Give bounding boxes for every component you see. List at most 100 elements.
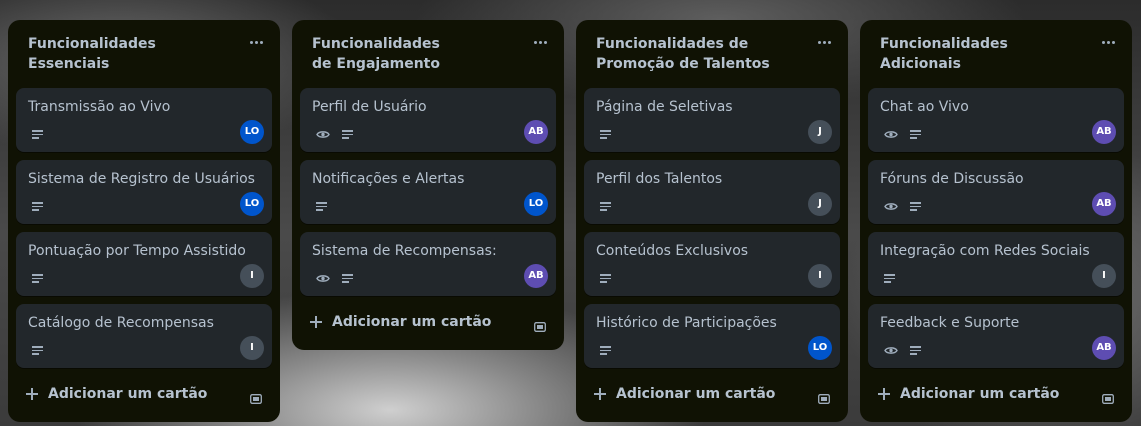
card-title: Sistema de Registro de Usuários — [28, 171, 255, 187]
member-avatar[interactable]: LO — [240, 192, 264, 216]
card-badges — [884, 202, 921, 211]
board-canvas: Funcionalidades Essenciais Transmissão ao… — [0, 0, 1141, 426]
list-column: Funcionalidades de Engajamento Perfil de … — [292, 20, 564, 350]
card-title: Chat ao Vivo — [880, 99, 969, 115]
card[interactable]: Pontuação por Tempo Assistido I — [16, 232, 272, 296]
card-badges — [600, 202, 611, 211]
description-icon — [910, 202, 921, 211]
list-title[interactable]: Funcionalidades de Engajamento — [312, 34, 462, 74]
member-avatar[interactable]: AB — [1092, 120, 1116, 144]
description-icon — [600, 274, 611, 283]
member-avatar[interactable]: I — [1092, 264, 1116, 288]
watch-eye-icon — [316, 274, 330, 283]
list-title[interactable]: Funcionalidades Adicionais — [880, 34, 1088, 74]
card-list: Página de Seletivas J Perfil dos Talentos J… — [576, 74, 848, 368]
card-badges — [884, 346, 921, 355]
create-from-template-icon[interactable] — [1102, 389, 1114, 404]
list-header: Funcionalidades de Engajamento — [292, 20, 564, 74]
plus-icon — [26, 388, 38, 400]
card[interactable]: Catálogo de Recompensas I — [16, 304, 272, 368]
add-card-button[interactable]: Adicionar um cartão — [868, 376, 1124, 412]
create-from-template-icon[interactable] — [818, 389, 830, 404]
description-icon — [32, 130, 43, 139]
description-icon — [342, 274, 353, 283]
card[interactable]: Feedback e Suporte AB — [868, 304, 1124, 368]
watch-eye-icon — [316, 130, 330, 139]
create-from-template-icon[interactable] — [534, 317, 546, 332]
card[interactable]: Conteúdos Exclusivos I — [584, 232, 840, 296]
member-avatar[interactable]: AB — [524, 264, 548, 288]
card[interactable]: Perfil de Usuário AB — [300, 88, 556, 152]
card-title: Catálogo de Recompensas — [28, 315, 214, 331]
card[interactable]: Transmissão ao Vivo LO — [16, 88, 272, 152]
add-card-button[interactable]: Adicionar um cartão — [584, 376, 840, 412]
description-icon — [910, 130, 921, 139]
member-avatar[interactable]: J — [808, 192, 832, 216]
card-badges — [32, 130, 43, 139]
card[interactable]: Sistema de Registro de Usuários LO — [16, 160, 272, 224]
description-icon — [316, 202, 327, 211]
card-badges — [32, 346, 43, 355]
plus-icon — [310, 316, 322, 328]
card-list: Transmissão ao Vivo LO Sistema de Registro… — [8, 74, 280, 368]
card-badges — [32, 202, 43, 211]
member-avatar[interactable]: LO — [240, 120, 264, 144]
card-title: Página de Seletivas — [596, 99, 733, 115]
description-icon — [884, 274, 895, 283]
watch-eye-icon — [884, 202, 898, 211]
member-avatar[interactable]: I — [240, 264, 264, 288]
list-actions-menu-icon[interactable] — [1096, 30, 1120, 54]
card[interactable]: Página de Seletivas J — [584, 88, 840, 152]
member-avatar[interactable]: LO — [524, 192, 548, 216]
card-title: Feedback e Suporte — [880, 315, 1020, 331]
card-title: Pontuação por Tempo Assistido — [28, 243, 246, 259]
description-icon — [600, 130, 611, 139]
card[interactable]: Notificações e Alertas LO — [300, 160, 556, 224]
card-badges — [316, 274, 353, 283]
description-icon — [32, 202, 43, 211]
create-from-template-icon[interactable] — [250, 389, 262, 404]
member-avatar[interactable]: I — [808, 264, 832, 288]
add-card-button[interactable]: Adicionar um cartão — [16, 376, 272, 412]
card[interactable]: Integração com Redes Sociais I — [868, 232, 1124, 296]
member-avatar[interactable]: LO — [808, 336, 832, 360]
list-actions-menu-icon[interactable] — [244, 30, 268, 54]
card-badges — [316, 202, 327, 211]
card-badges — [32, 274, 43, 283]
card-list: Chat ao Vivo AB Fóruns de Discussão AB Integ… — [860, 74, 1132, 368]
card-badges — [884, 130, 921, 139]
member-avatar[interactable]: J — [808, 120, 832, 144]
list-header: Funcionalidades Adicionais — [860, 20, 1132, 74]
card[interactable]: Histórico de Participações LO — [584, 304, 840, 368]
plus-icon — [594, 388, 606, 400]
list-actions-menu-icon[interactable] — [528, 30, 552, 54]
card-badges — [600, 130, 611, 139]
description-icon — [600, 202, 611, 211]
card-title: Sistema de Recompensas: — [312, 243, 497, 259]
list-title[interactable]: Funcionalidades de Promoção de Talentos — [596, 34, 796, 74]
plus-icon — [878, 388, 890, 400]
list-column: Funcionalidades de Promoção de Talentos P… — [576, 20, 848, 422]
description-icon — [342, 130, 353, 139]
member-avatar[interactable]: AB — [524, 120, 548, 144]
card[interactable]: Perfil dos Talentos J — [584, 160, 840, 224]
add-card-button[interactable]: Adicionar um cartão — [300, 304, 556, 340]
card[interactable]: Fóruns de Discussão AB — [868, 160, 1124, 224]
card[interactable]: Sistema de Recompensas: AB — [300, 232, 556, 296]
card[interactable]: Chat ao Vivo AB — [868, 88, 1124, 152]
card-title: Integração com Redes Sociais — [880, 243, 1090, 259]
add-card-label: Adicionar um cartão — [48, 386, 208, 402]
card-title: Perfil dos Talentos — [596, 171, 723, 187]
description-icon — [600, 346, 611, 355]
member-avatar[interactable]: AB — [1092, 336, 1116, 360]
list-actions-menu-icon[interactable] — [812, 30, 836, 54]
card-title: Conteúdos Exclusivos — [596, 243, 749, 259]
watch-eye-icon — [884, 346, 898, 355]
add-card-label: Adicionar um cartão — [332, 314, 492, 330]
card-badges — [316, 130, 353, 139]
card-title: Perfil de Usuário — [312, 99, 427, 115]
card-list: Perfil de Usuário AB Notificações e Alerta… — [292, 74, 564, 296]
list-title[interactable]: Funcionalidades Essenciais — [28, 34, 236, 74]
member-avatar[interactable]: AB — [1092, 192, 1116, 216]
member-avatar[interactable]: I — [240, 336, 264, 360]
